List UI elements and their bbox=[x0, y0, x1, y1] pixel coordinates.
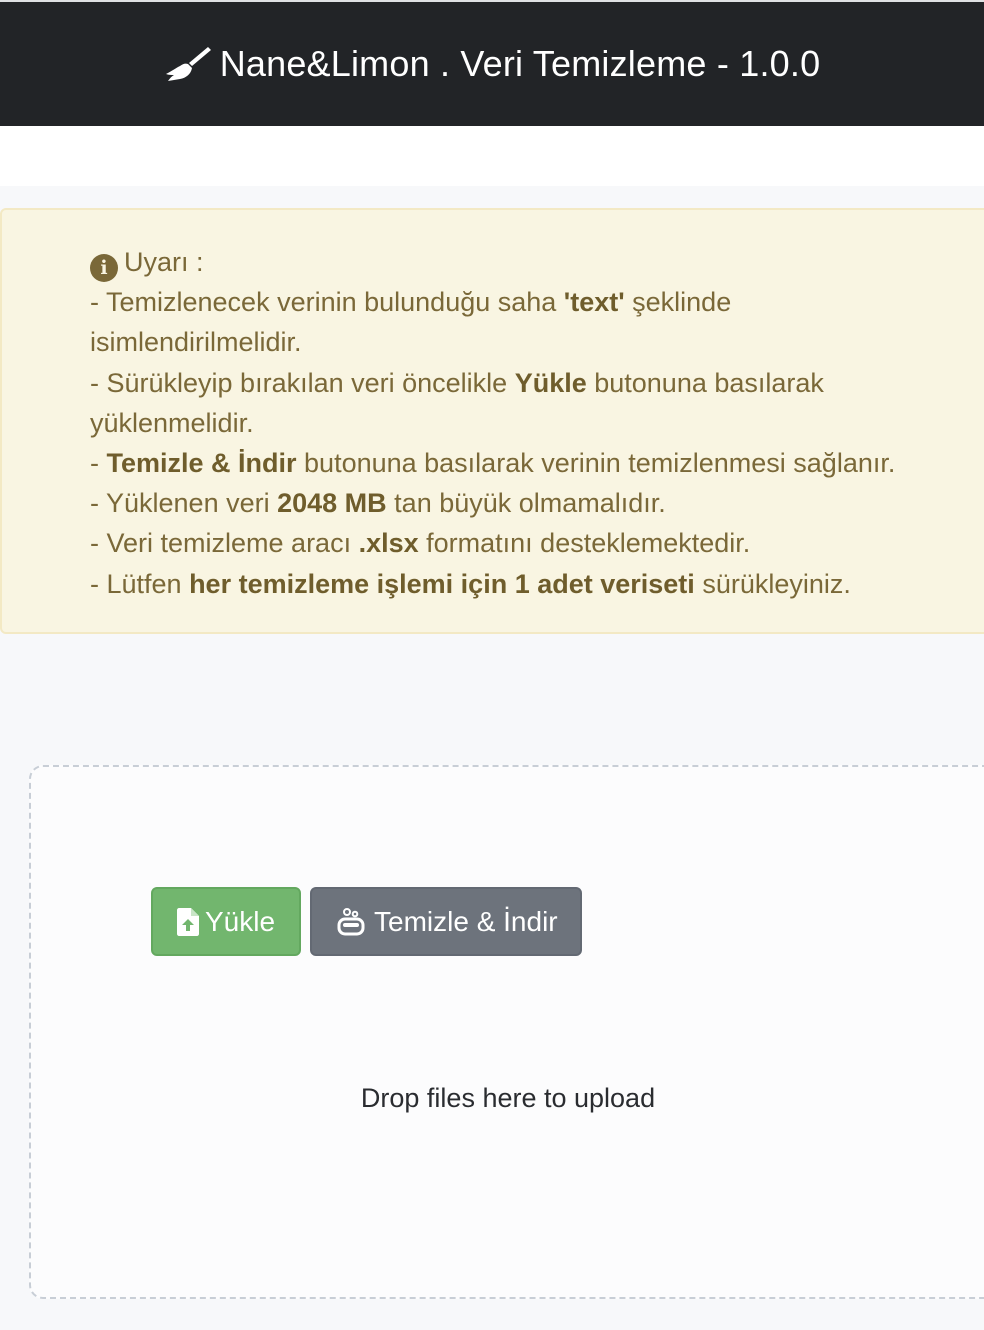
warning-alert: i Uyarı : - Temizlenecek verinin bulunduğ… bbox=[0, 208, 984, 634]
navbar: Nane&Limon . Veri Temizleme - 1.0.0 bbox=[0, 0, 984, 126]
alert-content: i Uyarı : - Temizlenecek verinin bulunduğ… bbox=[90, 242, 950, 604]
broom-icon bbox=[164, 44, 212, 84]
alert-line-2: - Sürükleyip bırakılan veri öncelikle Yü… bbox=[90, 367, 824, 438]
file-dropzone[interactable] bbox=[29, 765, 984, 1299]
file-upload-icon bbox=[177, 907, 199, 936]
alert-line-3: - Temizle & İndir butonuna basılarak ver… bbox=[90, 448, 896, 479]
upload-button-label: Yükle bbox=[205, 905, 276, 937]
alert-line-5: - Veri temizleme aracı .xlsx formatını d… bbox=[90, 528, 751, 559]
alert-line-4: - Yüklenen veri 2048 MB tan büyük olmama… bbox=[90, 488, 666, 519]
alert-heading: i Uyarı : bbox=[90, 242, 950, 282]
alert-line-1: - Temizlenecek verinin bulunduğu saha 't… bbox=[90, 287, 732, 358]
info-circle-icon: i bbox=[90, 254, 118, 282]
clean-download-button[interactable]: Temizle & İndir bbox=[310, 887, 582, 956]
alert-line-6: - Lütfen her temizleme işlemi için 1 ade… bbox=[90, 568, 851, 599]
dropzone-message: Drop files here to upload bbox=[360, 1083, 656, 1113]
navbar-brand[interactable]: Nane&Limon . Veri Temizleme - 1.0.0 bbox=[164, 43, 821, 85]
clean-download-button-label: Temizle & İndir bbox=[374, 905, 558, 937]
soap-icon bbox=[337, 907, 365, 935]
alert-heading-text: Uyarı : bbox=[124, 247, 204, 277]
upload-button[interactable]: Yükle bbox=[151, 887, 301, 956]
navbar-title: Nane&Limon . Veri Temizleme - 1.0.0 bbox=[219, 43, 821, 84]
